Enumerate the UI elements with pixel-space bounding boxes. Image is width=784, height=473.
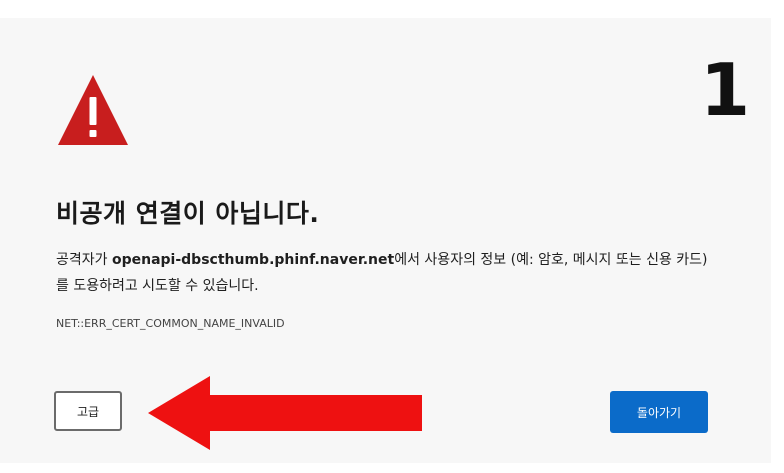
advanced-button[interactable]: 고급 — [54, 391, 122, 431]
error-description: 공격자가 openapi-dbscthumb.phinf.naver.net에서… — [56, 247, 716, 299]
error-code: NET::ERR_CERT_COMMON_NAME_INVALID — [56, 317, 285, 330]
description-host: openapi-dbscthumb.phinf.naver.net — [111, 252, 395, 268]
annotation-arrow-icon — [148, 376, 422, 450]
warning-triangle-icon — [58, 75, 128, 145]
back-button[interactable]: 돌아가기 — [610, 391, 708, 433]
annotation-step-number: 1 — [700, 48, 751, 132]
error-page-panel: 1 비공개 연결이 아닙니다. 공격자가 openapi-dbscthumb.p… — [0, 18, 771, 463]
page-title: 비공개 연결이 아닙니다. — [56, 199, 320, 228]
description-prefix: 공격자가 — [56, 252, 112, 268]
